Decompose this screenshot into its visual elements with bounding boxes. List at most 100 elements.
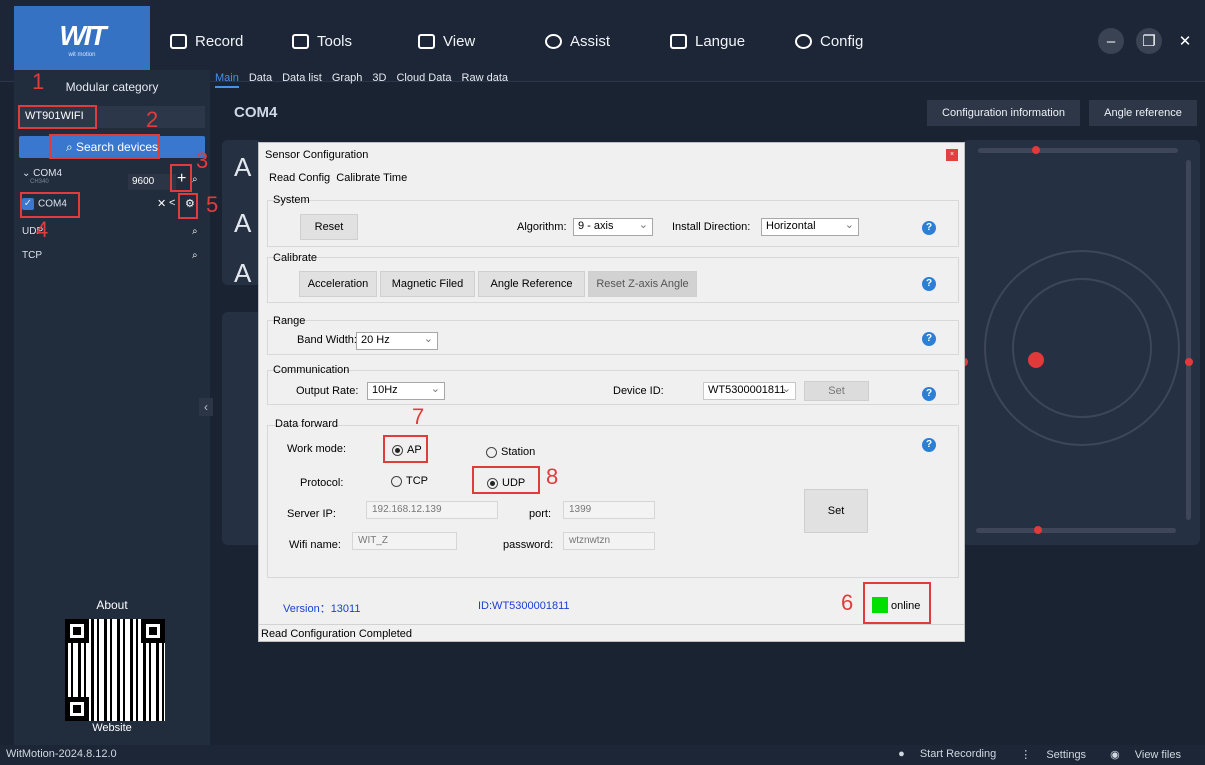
menu-record-label: Record: [195, 32, 244, 50]
chart-panel: [222, 312, 262, 545]
highlight-box: [863, 582, 931, 624]
calibrate-time-menu[interactable]: Calibrate Time: [336, 172, 407, 184]
menu-view[interactable]: View: [418, 30, 475, 52]
angle-reference-button[interactable]: Angle reference: [1089, 100, 1197, 126]
annotation-4: 4: [36, 217, 49, 242]
annotation-2: 2: [146, 107, 159, 132]
algorithm-label: Algorithm:: [517, 221, 567, 233]
highlight-box: [472, 466, 540, 494]
tcp-search-icon[interactable]: ⌕: [192, 250, 198, 261]
dialog-close-button[interactable]: ×: [946, 149, 958, 161]
tab-graph[interactable]: Graph: [332, 72, 363, 88]
driver-label: CH340: [30, 179, 49, 185]
attitude-panel: [962, 140, 1200, 545]
forward-set-button[interactable]: Set: [804, 489, 868, 533]
sensor-config-dialog: Sensor Configuration × Read Config Calib…: [258, 142, 965, 642]
magnetic-field-button[interactable]: Magnetic Filed: [380, 271, 475, 297]
output-rate-select[interactable]: 10Hz: [367, 382, 445, 400]
tab-raw-data[interactable]: Raw data: [462, 72, 508, 88]
search-icon[interactable]: ⌕: [192, 174, 198, 185]
acceleration-button[interactable]: Acceleration: [299, 271, 377, 297]
radio-icon: [486, 446, 497, 458]
reset-button[interactable]: Reset: [300, 214, 358, 240]
tab-3d[interactable]: 3D: [372, 72, 386, 88]
annotation-5: 5: [206, 192, 219, 217]
dialog-status: Read Configuration Completed: [261, 628, 413, 640]
communication-label: Communication: [273, 364, 350, 376]
record-icon: ●: [898, 748, 905, 760]
udp-search-icon[interactable]: ⌕: [192, 226, 198, 237]
protocol-label: Protocol:: [300, 477, 344, 489]
annotation-1: 1: [32, 69, 45, 94]
output-rate-label: Output Rate:: [296, 385, 359, 397]
help-icon[interactable]: ?: [922, 387, 936, 401]
menu-record[interactable]: Record: [170, 30, 243, 52]
system-label: System: [273, 194, 310, 206]
tab-data[interactable]: Data: [249, 72, 272, 88]
station-radio[interactable]: Station: [486, 446, 535, 458]
menu-config-label: Config: [820, 32, 864, 50]
tab-cloud-data[interactable]: Cloud Data: [396, 72, 451, 88]
password-label: password:: [503, 539, 554, 551]
angle-label: A: [234, 152, 252, 182]
algorithm-select[interactable]: 9 - axis: [573, 218, 653, 236]
server-ip-input[interactable]: 192.168.12.139: [366, 501, 498, 519]
minimize-button[interactable]: –: [1098, 28, 1124, 54]
tab-main[interactable]: Main: [215, 72, 239, 88]
wifi-name-input[interactable]: WIT_Z: [352, 532, 457, 550]
angle-label: A: [234, 208, 252, 238]
restore-button[interactable]: ❐: [1136, 28, 1162, 54]
read-config-menu[interactable]: Read Config: [269, 172, 330, 184]
calibrate-label: Calibrate: [273, 252, 318, 264]
reset-z-axis-button[interactable]: Reset Z-axis Angle: [588, 271, 697, 297]
highlight-box: [170, 164, 192, 192]
tab-data-list[interactable]: Data list: [282, 72, 322, 88]
device-id-input[interactable]: WT5300001811: [703, 382, 796, 400]
password-input[interactable]: wtznwtzn: [563, 532, 655, 550]
tcp-radio[interactable]: TCP: [391, 475, 428, 487]
highlight-box: [18, 105, 97, 129]
device-id-set-button[interactable]: Set: [804, 381, 869, 401]
logo-tagline: wit motion: [68, 52, 96, 58]
menu-langue[interactable]: Langue: [670, 30, 745, 52]
angle-label: A: [234, 258, 252, 288]
gear-icon: [795, 33, 812, 49]
logo: WIT wit motion: [14, 6, 150, 74]
device-id-label: Device ID:: [613, 385, 664, 397]
configuration-info-button[interactable]: Configuration information: [927, 100, 1080, 126]
highlight-box: [383, 435, 428, 463]
qr-code: [65, 619, 165, 721]
install-direction-select[interactable]: Horizontal: [761, 218, 859, 236]
wifi-name-label: Wifi name:: [289, 539, 341, 551]
help-icon[interactable]: ?: [922, 221, 936, 235]
device-id-text: ID:WT5300001811: [478, 600, 570, 612]
settings-button[interactable]: ⋮ Settings: [1020, 748, 1098, 761]
start-recording-button[interactable]: ● Start Recording: [898, 748, 1008, 761]
help-icon[interactable]: ?: [922, 277, 936, 291]
help-icon[interactable]: ?: [922, 332, 936, 346]
share-icon[interactable]: <: [169, 197, 175, 209]
close-icon[interactable]: ✕: [157, 197, 166, 210]
close-button[interactable]: ✕: [1172, 28, 1198, 54]
band-width-label: Band Width:: [297, 334, 357, 346]
tcp-item[interactable]: TCP: [22, 250, 42, 261]
dialog-title: Sensor Configuration: [265, 149, 369, 161]
version-text: WitMotion-2024.8.12.0: [6, 748, 117, 760]
port-input[interactable]: 1399: [563, 501, 655, 519]
menu-tools[interactable]: Tools: [292, 30, 352, 52]
angle-reference-cal-button[interactable]: Angle Reference: [478, 271, 585, 297]
menu-config[interactable]: Config: [795, 30, 863, 52]
chat-icon: [670, 33, 687, 49]
view-files-button[interactable]: ◉ View files: [1110, 748, 1193, 761]
eye-icon: ◉: [1110, 749, 1120, 761]
baud-select[interactable]: 9600: [128, 174, 176, 190]
band-width-select[interactable]: 20 Hz: [356, 332, 438, 350]
website-label: Website: [92, 722, 132, 734]
menu-assist[interactable]: Assist: [545, 30, 610, 52]
menu-langue-label: Langue: [695, 32, 746, 50]
collapse-sidebar-button[interactable]: ‹: [199, 398, 213, 416]
help-icon[interactable]: ?: [922, 438, 936, 452]
data-forward-label: Data forward: [275, 418, 338, 430]
port-node[interactable]: ⌄ COM4 CH340: [22, 168, 62, 185]
about-label: About: [96, 598, 128, 612]
